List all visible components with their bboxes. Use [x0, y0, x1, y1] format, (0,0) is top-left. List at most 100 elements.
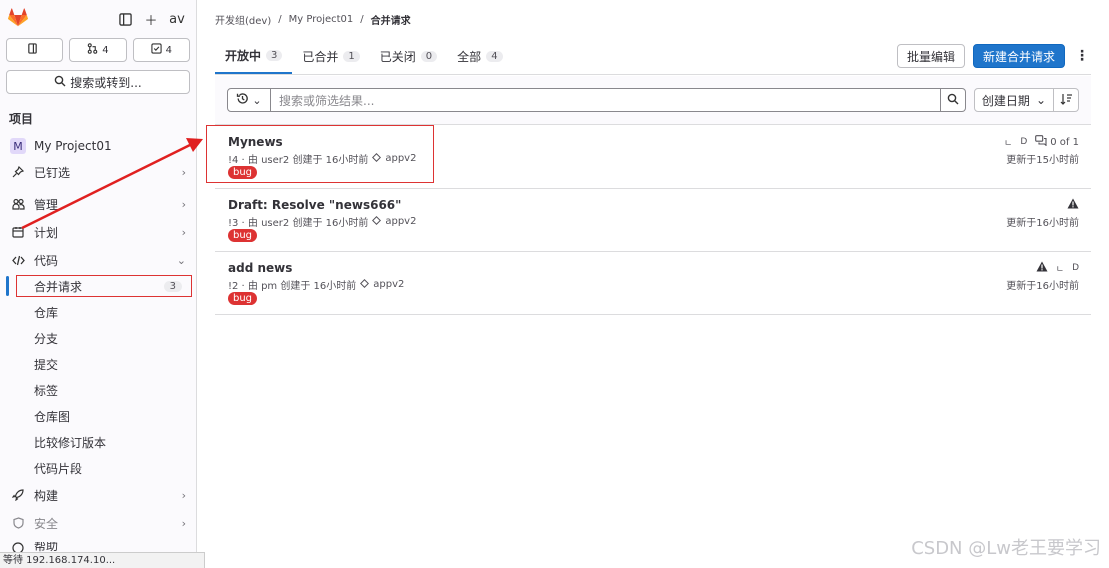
tab-closed[interactable]: 已关闭 0 [370, 38, 447, 74]
mr-title-link[interactable]: add news [228, 261, 292, 275]
section-heading: 项目 [9, 112, 34, 126]
chevron-down-icon: ⌄ [1035, 93, 1046, 107]
bug-label[interactable]: bug [228, 292, 258, 305]
chevron-right-icon: › [181, 165, 186, 179]
search-label: 搜索或转到... [70, 75, 142, 90]
sidebar-item-project[interactable]: M My Project01 [0, 133, 196, 159]
sidebar-subitem-merge-requests[interactable]: 合并请求 3 [0, 273, 196, 299]
shield-icon [10, 517, 26, 529]
sidebar-subitem-graph[interactable]: 仓库图 [0, 403, 196, 429]
comments-icon [1035, 135, 1047, 149]
more-actions-icon[interactable]: ⋮ [1073, 48, 1091, 64]
resolved-threads-count: 0 of 1 [1050, 136, 1079, 148]
tab-merged[interactable]: 已合并 1 [292, 38, 369, 74]
sidebar-item-code[interactable]: 代码 ⌄ [0, 247, 196, 273]
tab-label: 全部 [457, 49, 482, 64]
tab-count: 1 [343, 50, 360, 62]
bug-label[interactable]: bug [228, 229, 258, 242]
tab-count: 0 [420, 50, 438, 62]
sidebar-item-pinned[interactable]: 已钉选 › [0, 159, 196, 185]
sort-direction-button[interactable] [1054, 88, 1079, 112]
bug-label[interactable]: bug [228, 166, 258, 179]
sidebar-item-label: 构建 [34, 488, 59, 503]
gitlab-logo-icon[interactable] [8, 8, 28, 30]
search-or-goto-button[interactable]: 搜索或转到... [6, 70, 190, 94]
project-avatar: M [10, 138, 26, 154]
rocket-icon [10, 489, 26, 501]
tab-actions: 批量编辑 新建合并请求 ⋮ [896, 38, 1091, 74]
milestone-icon [360, 278, 370, 291]
mr-meta: !3 · 由 user2 创建于 16小时前 appv2 [228, 214, 416, 229]
pipeline-warning-icon[interactable] [1036, 261, 1048, 275]
tab-label: 开放中 [225, 48, 262, 63]
history-icon [236, 92, 249, 108]
sidebar-item-secure[interactable]: 安全 › [0, 510, 196, 536]
merge-request-row: Mynews !4 · 由 user2 创建于 16小时前 appv2 bug … [206, 125, 1091, 189]
filter-search-button[interactable] [940, 88, 966, 112]
assignee-avatar-icon[interactable]: D [1072, 263, 1079, 273]
sidebar-item-label: 代码 [34, 253, 59, 268]
breadcrumb: 开发组(dev) / My Project01 / 合并请求 [198, 0, 1109, 38]
main-content: 开发组(dev) / My Project01 / 合并请求 开放中 3 已合并… [198, 0, 1109, 568]
assignee-avatar-icon[interactable]: D [1020, 137, 1027, 147]
mr-status-icons [1067, 198, 1079, 212]
sidebar-toggle-icon[interactable] [114, 8, 136, 30]
merge-request-icon [87, 43, 98, 57]
search-icon [54, 75, 66, 90]
breadcrumb-separator: / [360, 13, 364, 25]
breadcrumb-project[interactable]: My Project01 [289, 14, 354, 25]
sidebar-item-label: 已钉选 [34, 165, 71, 180]
tab-all[interactable]: 全部 4 [447, 38, 512, 74]
sidebar-item-label: 安全 [34, 516, 59, 531]
bulk-edit-button[interactable]: 批量编辑 [896, 44, 965, 68]
discussions-indicator[interactable]: 0 of 1 [1035, 135, 1079, 149]
sidebar-subitem-snippets[interactable]: 代码片段 [0, 455, 196, 481]
sidebar-item-label: 计划 [34, 225, 59, 240]
sort-lowest-icon [1060, 93, 1073, 108]
milestone-icon [372, 152, 382, 165]
tab-opened[interactable]: 开放中 3 [215, 38, 293, 74]
chevron-down-icon: ⌄ [252, 93, 262, 107]
sidebar-subitem-commits[interactable]: 提交 [0, 351, 196, 377]
tab-label: 已关闭 [379, 49, 416, 64]
breadcrumb-group[interactable]: 开发组(dev) [215, 12, 271, 27]
user-avatar[interactable]: av [166, 8, 188, 30]
tab-label: 已合并 [302, 49, 339, 64]
pipeline-warning-icon[interactable] [1067, 198, 1079, 212]
sort-dropdown[interactable]: 创建日期 ⌄ [973, 88, 1054, 112]
merge-requests-count-button[interactable]: 4 [69, 38, 127, 62]
todo-button[interactable] [6, 38, 64, 62]
sidebar-item-manage[interactable]: 管理 › [0, 191, 196, 217]
sidebar-top-bar: ＋ av [0, 0, 196, 38]
filter-search-input[interactable]: 搜索或筛选结果... [271, 88, 941, 112]
mr-state-tabs: 开放中 3 已合并 1 已关闭 0 全部 4 批量编辑 新建合并请求 ⋮ [215, 38, 1091, 75]
sidebar-item-build[interactable]: 构建 › [0, 482, 196, 508]
tab-count: 3 [266, 49, 283, 61]
pin-icon [10, 166, 26, 178]
review-count-button[interactable]: 4 [132, 38, 190, 62]
merge-requests-count: 4 [102, 44, 109, 56]
mr-milestone[interactable]: appv2 [385, 153, 416, 164]
breadcrumb-current[interactable]: 合并请求 [371, 12, 411, 27]
review-count: 4 [165, 44, 172, 56]
recent-searches-button[interactable]: ⌄ [227, 88, 271, 112]
mr-milestone[interactable]: appv2 [385, 216, 416, 227]
reviewer-avatar-icon[interactable]: ㄴ [1004, 136, 1012, 149]
sidebar-subitem-branches[interactable]: 分支 [0, 325, 196, 351]
mr-title-link[interactable]: Draft: Resolve "news666" [228, 198, 401, 212]
sidebar-item-label: 管理 [34, 197, 59, 212]
mr-updated: 更新于16小时前 [1006, 281, 1079, 292]
mr-meta: !2 · 由 pm 创建于 16小时前 appv2 [228, 277, 404, 292]
new-merge-request-button[interactable]: 新建合并请求 [972, 44, 1065, 68]
sidebar-subitem-compare[interactable]: 比较修订版本 [0, 429, 196, 455]
create-new-icon[interactable]: ＋ [140, 8, 162, 30]
sidebar-subitem-tags[interactable]: 标签 [0, 377, 196, 403]
merge-request-row: Draft: Resolve "news666" !3 · 由 user2 创建… [215, 189, 1091, 252]
reviewer-avatar-icon[interactable]: ㄴ [1056, 262, 1064, 275]
mr-title-link[interactable]: Mynews [228, 135, 283, 149]
sidebar-item-plan[interactable]: 计划 › [0, 219, 196, 245]
mr-milestone[interactable]: appv2 [373, 279, 404, 290]
left-sidebar: ＋ av 4 4 搜索或转到... 项目 M My Project01 已钉选 … [0, 0, 197, 568]
filter-bar: ⌄ 搜索或筛选结果... 创建日期 ⌄ [215, 76, 1091, 125]
sidebar-subitem-repository[interactable]: 仓库 [0, 299, 196, 325]
